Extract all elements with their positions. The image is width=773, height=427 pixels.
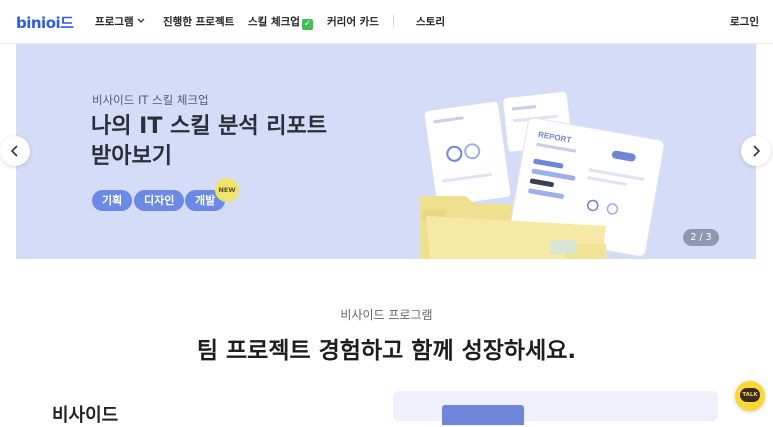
carousel-prev-button[interactable] xyxy=(0,136,30,166)
slide-counter: 2 / 3 xyxy=(683,229,719,246)
nav-divider xyxy=(393,15,394,27)
nav-item-story[interactable]: 스토리 xyxy=(416,14,445,29)
nav-item-skill-checkup[interactable]: 스킬 체크업 ✓ xyxy=(248,14,313,30)
window-illustration xyxy=(442,405,524,425)
chevron-down-icon xyxy=(137,15,145,27)
nav-item-career-card[interactable]: 커리어 카드 xyxy=(327,14,379,29)
nav-item-program[interactable]: 프로그램 xyxy=(95,14,145,29)
chip-planning: 기획 xyxy=(92,190,133,211)
logo[interactable]: binioi드 xyxy=(16,12,74,33)
new-badge: NEW xyxy=(215,178,239,202)
chevron-right-icon xyxy=(753,145,761,157)
nav-item-label: 커리어 카드 xyxy=(327,16,379,28)
program-preview-card xyxy=(393,391,718,425)
program-heading: 비사이드 xyxy=(52,405,119,426)
nav-item-label: 진행한 프로젝트 xyxy=(163,16,235,28)
section-eyebrow: 비사이드 프로그램 xyxy=(340,308,433,322)
top-nav-bar: binioi드 프로그램 진행한 프로젝트 스킬 체크업 ✓ 커리어 카드 스토리… xyxy=(0,0,773,44)
carousel-next-button[interactable] xyxy=(741,136,771,166)
nav-item-label: 스킬 체크업 xyxy=(248,16,300,28)
nav-item-label: 프로그램 xyxy=(95,16,134,28)
nav-item-label: 스토리 xyxy=(416,16,445,28)
banner-title-line: 나의 IT 스킬 분석 리포트 xyxy=(91,114,327,139)
nav-item-projects[interactable]: 진행한 프로젝트 xyxy=(163,14,234,29)
login-link[interactable]: 로그인 xyxy=(730,14,759,29)
report-folder-illustration: REPORT xyxy=(420,92,665,259)
hero-banner[interactable]: 비사이드 IT 스킬 체크업 나의 IT 스킬 분석 리포트 받아보기 기획 디… xyxy=(16,44,756,259)
check-icon: ✓ xyxy=(301,19,313,30)
section-title: 팀 프로젝트 경험하고 함께 성장하세요. xyxy=(196,338,577,364)
chip-design: 디자인 xyxy=(134,190,185,211)
chevron-left-icon xyxy=(10,145,18,157)
banner-title-line: 받아보기 xyxy=(91,144,172,169)
banner-title: 나의 IT 스킬 분석 리포트 받아보기 xyxy=(91,112,411,172)
banner-eyebrow: 비사이드 IT 스킬 체크업 xyxy=(92,93,209,107)
kakao-talk-button[interactable]: TALK xyxy=(735,381,765,411)
talk-bubble-icon: TALK xyxy=(740,388,760,402)
